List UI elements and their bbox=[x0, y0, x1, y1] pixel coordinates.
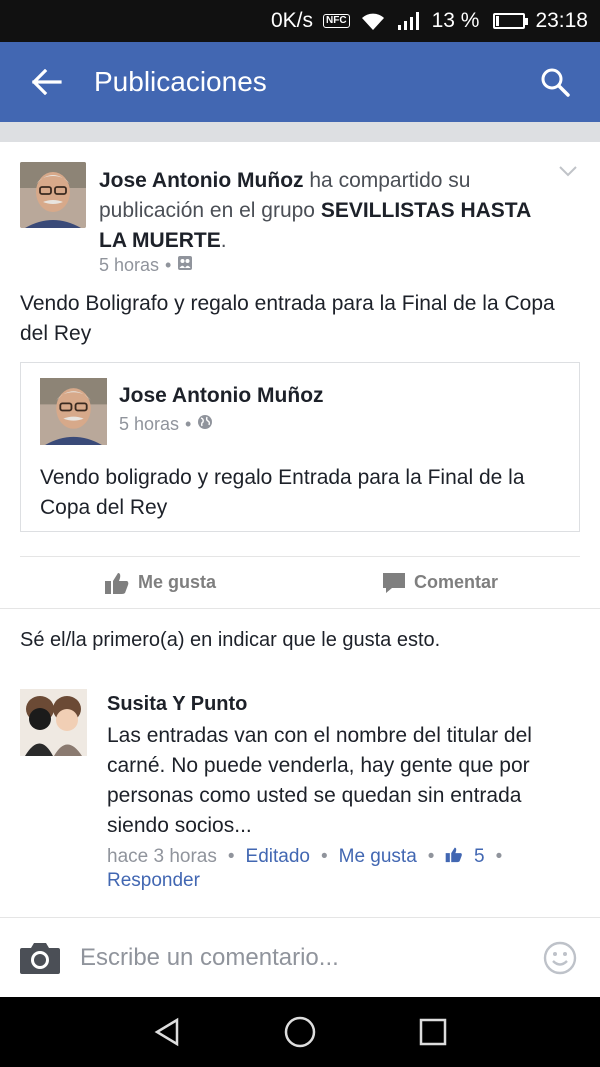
emoji-button[interactable] bbox=[520, 941, 600, 975]
nfc-icon: NFC bbox=[323, 14, 350, 28]
meta-separator: • bbox=[165, 255, 172, 275]
search-button[interactable] bbox=[510, 42, 600, 122]
arrow-left-icon bbox=[32, 69, 62, 95]
signal-icon bbox=[396, 11, 422, 31]
avatar[interactable] bbox=[20, 162, 86, 228]
post-text: Vendo Boligrafo y regalo entrada para la… bbox=[20, 292, 555, 345]
meta-separator: • bbox=[227, 846, 235, 867]
shared-author-link[interactable]: Jose Antonio Muñoz bbox=[119, 384, 324, 408]
avatar[interactable] bbox=[40, 378, 107, 445]
reply-link[interactable]: Responder bbox=[107, 870, 200, 891]
back-button[interactable] bbox=[0, 42, 94, 122]
edited-link[interactable]: Editado bbox=[246, 846, 310, 867]
thumbs-up-icon bbox=[104, 572, 129, 594]
comment-input[interactable]: Escribe un comentario... bbox=[80, 944, 520, 972]
post-period: . bbox=[220, 229, 227, 252]
app-bar: Publicaciones bbox=[0, 42, 600, 122]
comment-composer: Escribe un comentario... bbox=[0, 917, 600, 997]
comment: Susita Y Punto Las entradas van con el n… bbox=[0, 675, 600, 919]
nav-home-button[interactable] bbox=[270, 1002, 330, 1062]
post-author-link[interactable]: Jose Antonio Muñoz bbox=[99, 169, 304, 192]
battery-percent: 13 % bbox=[431, 9, 480, 32]
clock: 23:18 bbox=[535, 9, 588, 32]
page-title: Publicaciones bbox=[94, 66, 267, 97]
nav-recents-button[interactable] bbox=[403, 1002, 463, 1062]
post: Jose Antonio Muñoz ha compartido su publ… bbox=[0, 142, 600, 919]
comment-like-count[interactable]: 5 bbox=[445, 846, 485, 867]
net-speed: 0K/s bbox=[270, 9, 313, 32]
globe-icon bbox=[197, 414, 213, 435]
shared-post-card[interactable]: Jose Antonio Muñoz 5 horas • Vendo bolig… bbox=[20, 362, 580, 532]
meta-separator: • bbox=[320, 846, 328, 867]
like-count-value: 5 bbox=[474, 846, 485, 867]
comment-label: Comentar bbox=[413, 572, 498, 592]
system-nav-bar bbox=[0, 997, 600, 1067]
search-icon bbox=[541, 68, 570, 97]
avatar[interactable] bbox=[20, 689, 87, 756]
group-privacy-icon bbox=[177, 255, 193, 276]
post-time[interactable]: 5 horas bbox=[99, 255, 159, 276]
wifi-icon bbox=[360, 11, 386, 31]
meta-separator: • bbox=[427, 846, 435, 867]
comment-like-link[interactable]: Me gusta bbox=[339, 846, 417, 867]
post-header: Jose Antonio Muñoz ha compartido su publ… bbox=[0, 142, 600, 284]
chevron-down-icon[interactable] bbox=[558, 164, 578, 182]
like-label: Me gusta bbox=[137, 572, 216, 592]
shared-meta: 5 horas • bbox=[119, 414, 213, 435]
post-header-text: Jose Antonio Muñoz ha compartido su publ… bbox=[99, 166, 539, 256]
post-meta: 5 horas • bbox=[99, 255, 193, 276]
triangle-back-icon bbox=[154, 1017, 178, 1047]
comment-text: Las entradas van con el nombre del titul… bbox=[107, 724, 532, 837]
nav-back-button[interactable] bbox=[137, 1002, 197, 1062]
comment-button[interactable]: Comentar bbox=[300, 571, 580, 595]
comment-author-link[interactable]: Susita Y Punto bbox=[107, 693, 247, 716]
smiley-icon bbox=[543, 941, 577, 974]
comment-icon bbox=[382, 572, 405, 593]
camera-button[interactable] bbox=[0, 941, 80, 975]
square-recents-icon bbox=[420, 1018, 447, 1046]
status-bar: 0K/s NFC 13 % 23:18 bbox=[0, 0, 600, 42]
shared-time[interactable]: 5 horas bbox=[119, 414, 179, 435]
camera-icon bbox=[20, 942, 60, 974]
circle-home-icon bbox=[284, 1016, 316, 1048]
meta-separator: • bbox=[495, 846, 503, 867]
battery-icon bbox=[493, 13, 529, 29]
likes-summary: Sé el/la primero(a) en indicar que le gu… bbox=[20, 629, 441, 651]
thumbs-up-icon bbox=[446, 847, 463, 863]
separator-band bbox=[0, 122, 600, 142]
comment-time[interactable]: hace 3 horas bbox=[107, 846, 217, 867]
shared-post-text: Vendo boligrado y regalo Entrada para la… bbox=[40, 466, 525, 519]
comment-meta: hace 3 horas • Editado • Me gusta • 5 • Respond… bbox=[107, 845, 567, 893]
post-actions: Me gusta Comentar bbox=[20, 556, 580, 608]
meta-separator: • bbox=[185, 414, 192, 434]
like-button[interactable]: Me gusta bbox=[20, 571, 300, 595]
